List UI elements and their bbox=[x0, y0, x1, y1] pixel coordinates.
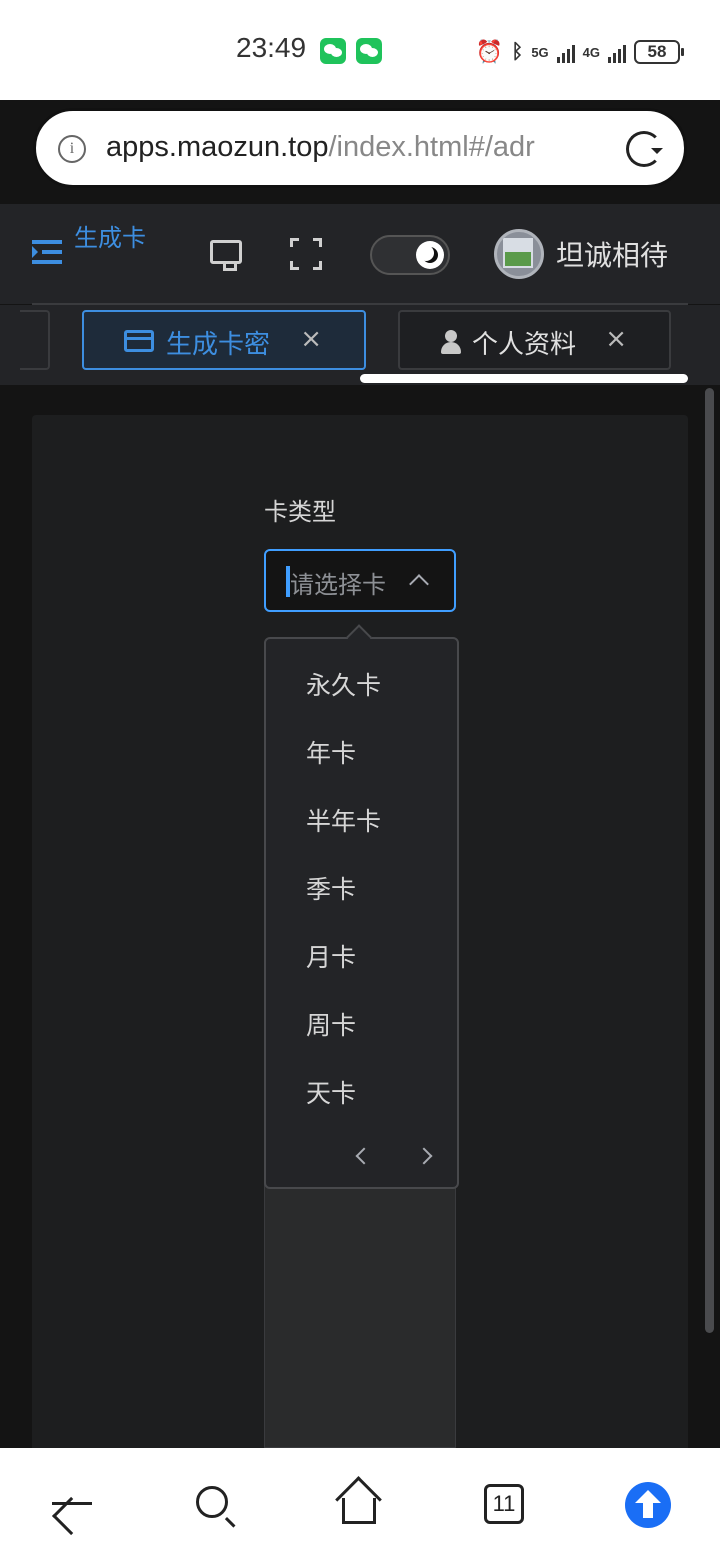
close-icon[interactable]: × bbox=[300, 324, 322, 354]
alarm-icon: ⏰ bbox=[475, 39, 504, 64]
signal-icon bbox=[608, 41, 626, 63]
url-host: apps.maozun.top bbox=[106, 131, 329, 163]
dark-mode-toggle[interactable] bbox=[370, 235, 450, 275]
option-year[interactable]: 年卡 bbox=[306, 734, 356, 770]
fullscreen-icon[interactable] bbox=[290, 238, 322, 270]
network-label-4g: 4G bbox=[582, 44, 600, 60]
avatar[interactable] bbox=[494, 229, 544, 279]
upload-icon[interactable] bbox=[625, 1482, 671, 1528]
menu-toggle-icon[interactable] bbox=[32, 240, 62, 264]
reload-icon[interactable] bbox=[626, 131, 663, 167]
credit-card-icon bbox=[124, 330, 154, 352]
option-month[interactable]: 月卡 bbox=[306, 938, 356, 974]
card-type-label: 卡类型 bbox=[264, 498, 336, 526]
option-permanent[interactable]: 永久卡 bbox=[306, 666, 381, 702]
user-icon bbox=[440, 330, 462, 354]
url-path: /index.html#/adr bbox=[328, 131, 535, 163]
url-text[interactable]: apps.maozun.top/index.html#/adr bbox=[106, 131, 596, 164]
search-icon[interactable] bbox=[196, 1486, 228, 1518]
network-label-5g: 5G bbox=[531, 44, 549, 60]
tab-label: 个人资料 bbox=[472, 330, 577, 360]
status-time: 23:49 bbox=[236, 32, 307, 63]
option-half-year[interactable]: 半年卡 bbox=[306, 802, 381, 838]
tab-partial[interactable] bbox=[20, 310, 50, 370]
option-day[interactable]: 天卡 bbox=[306, 1074, 356, 1110]
wechat-notification-icon bbox=[320, 38, 346, 64]
page-scrollbar[interactable] bbox=[705, 388, 714, 1333]
card-type-select[interactable]: 请选择卡 bbox=[264, 549, 456, 612]
tab-generate-card[interactable]: 生成卡密 × bbox=[82, 310, 366, 370]
moon-icon bbox=[416, 241, 444, 269]
back-arrow-icon[interactable] bbox=[52, 1502, 92, 1505]
option-quarter[interactable]: 季卡 bbox=[306, 870, 356, 906]
close-icon[interactable]: × bbox=[605, 324, 627, 354]
card-type-dropdown bbox=[264, 637, 459, 1189]
form-column-background bbox=[264, 1180, 456, 1448]
status-bar: 23:49 ⏰ ᛒ 5G 4G 58 bbox=[0, 0, 720, 100]
header-overflow-title: 生成卡 密 bbox=[74, 224, 146, 252]
tabs-scrollbar[interactable] bbox=[360, 374, 688, 383]
option-week[interactable]: 周卡 bbox=[306, 1006, 356, 1042]
tab-profile[interactable]: 个人资料 × bbox=[398, 310, 671, 370]
chevron-up-icon[interactable] bbox=[409, 574, 429, 594]
signal-icon bbox=[556, 41, 575, 63]
info-icon[interactable]: i bbox=[58, 135, 86, 163]
tabs-count-button[interactable]: 11 bbox=[484, 1484, 524, 1524]
monitor-icon[interactable] bbox=[210, 240, 242, 271]
address-bar[interactable]: i apps.maozun.top/index.html#/adr bbox=[33, 108, 687, 188]
bluetooth-icon: ᛒ bbox=[511, 40, 524, 63]
home-icon[interactable] bbox=[342, 1498, 376, 1524]
username[interactable]: 坦诚相待 bbox=[556, 234, 668, 274]
tab-label: 生成卡密 bbox=[166, 330, 271, 360]
wechat-notification-icon bbox=[356, 38, 382, 64]
select-placeholder: 请选择卡 bbox=[290, 571, 386, 599]
battery-indicator: 58 bbox=[634, 40, 684, 64]
status-icons: ⏰ ᛒ 5G 4G 58 bbox=[475, 38, 684, 66]
